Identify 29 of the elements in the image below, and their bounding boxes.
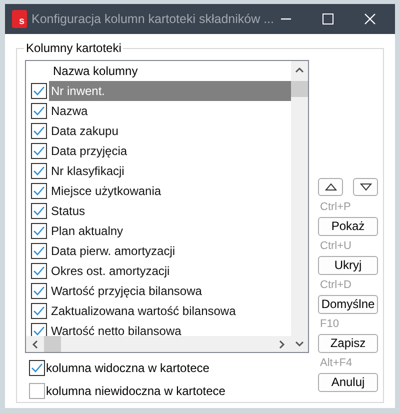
column-name[interactable]: Nr inwent. — [49, 81, 291, 101]
shortcut-label: Ctrl+U — [320, 239, 352, 253]
legend-label: kolumna widoczna w kartotece — [46, 360, 210, 377]
column-name[interactable]: Wartość netto bilansowa — [49, 321, 291, 336]
column-name[interactable]: Nr klasyfikacji — [49, 161, 291, 181]
shortcut-label: Ctrl+D — [320, 278, 352, 292]
column-name[interactable]: Data pierw. amortyzacji — [49, 241, 291, 261]
column-name[interactable]: Plan aktualny — [49, 221, 291, 241]
column-header[interactable]: Nazwa kolumny — [53, 62, 138, 80]
action-button[interactable]: Zapisz — [318, 334, 378, 353]
column-name[interactable]: Okres ost. amortyzacji — [49, 261, 291, 281]
action-button[interactable]: Pokaż — [318, 217, 378, 236]
window-title: Konfiguracja kolumn kartoteki składników ... — [32, 10, 274, 28]
action-button[interactable]: Ukryj — [318, 256, 378, 275]
column-name[interactable]: Nazwa — [49, 101, 291, 121]
action-button[interactable]: Domyślne — [318, 295, 378, 314]
action-button[interactable]: Anuluj — [318, 373, 378, 392]
shortcut-label: Alt+F4 — [320, 356, 352, 370]
shortcut-label: F10 — [320, 317, 339, 331]
column-name[interactable]: Zaktualizowana wartość bilansowa — [49, 301, 291, 321]
column-name[interactable]: Data zakupu — [49, 121, 291, 141]
group-title: Kolumny kartoteki — [24, 40, 124, 56]
column-name[interactable]: Data przyjęcia — [49, 141, 291, 161]
shortcut-label: Ctrl+P — [320, 200, 351, 214]
column-name[interactable]: Status — [49, 201, 291, 221]
legend-label: kolumna niewidoczna w kartotece — [46, 383, 226, 400]
column-name[interactable]: Miejsce użytkowania — [49, 181, 291, 201]
column-name[interactable]: Wartość przyjęcia bilansowa — [49, 281, 291, 301]
app-icon: s — [12, 10, 27, 28]
